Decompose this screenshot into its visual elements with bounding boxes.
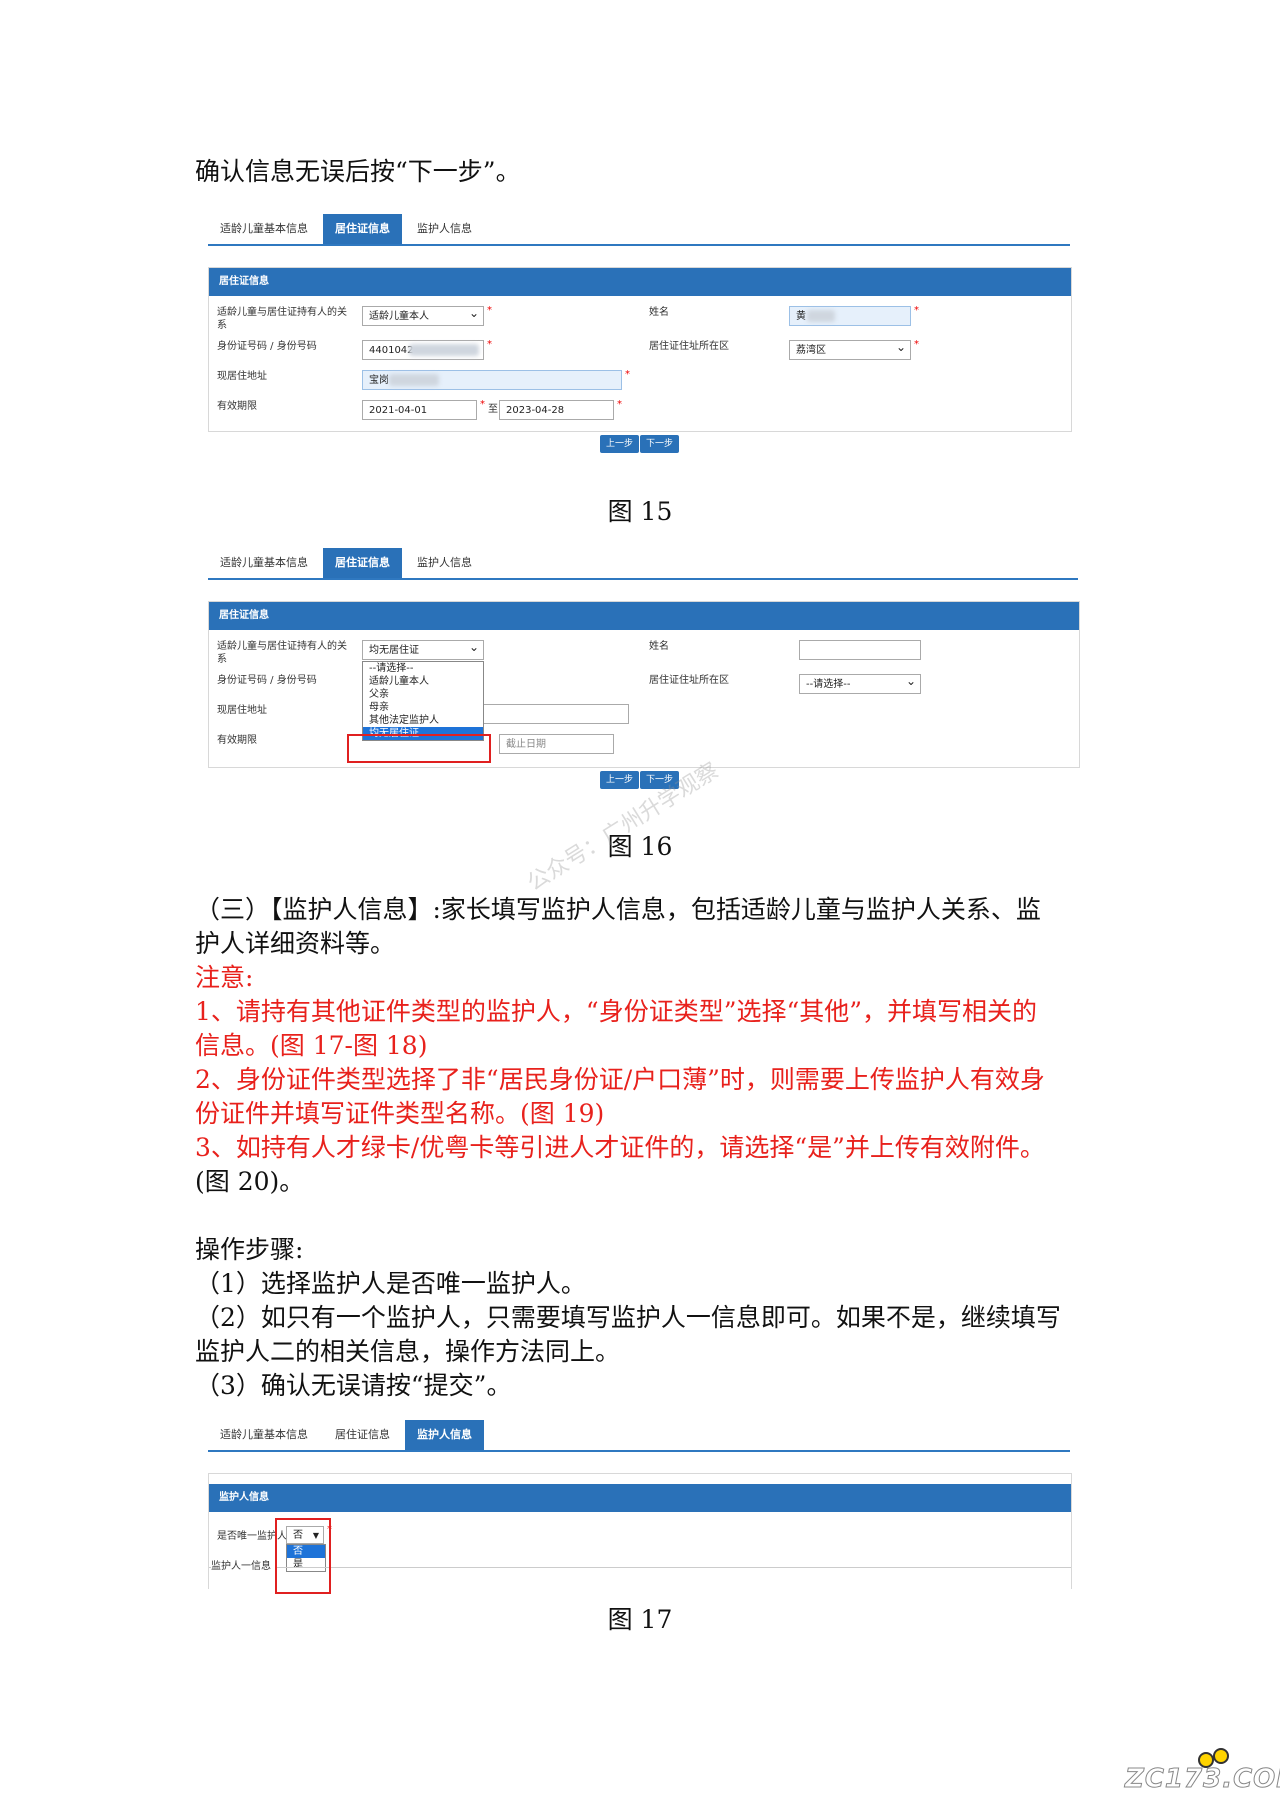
name-label: 姓名 bbox=[649, 307, 669, 318]
relation-option[interactable]: 母亲 bbox=[363, 701, 483, 714]
required-mark: * bbox=[914, 339, 919, 350]
address-label: 现居住地址 bbox=[217, 371, 267, 382]
prev-button[interactable]: 上一步 bbox=[600, 435, 640, 453]
relation-label-line1: 适龄儿童与居住证持有人的关 bbox=[217, 641, 347, 652]
address-input[interactable] bbox=[477, 704, 629, 724]
panel-title: 居住证信息 bbox=[209, 602, 1079, 630]
required-mark: * bbox=[487, 305, 492, 316]
note-1a: 1、请持有其他证件类型的监护人，“身份证类型”选择“其他”，并填写相关的 bbox=[195, 997, 1038, 1026]
district-label: 居住证住址所在区 bbox=[649, 675, 729, 686]
step-2a: （2）如只有一个监护人，只需要填写监护人一信息即可。如果不是，继续填写 bbox=[195, 1303, 1061, 1332]
step-3: （3）确认无误请按“提交”。 bbox=[195, 1371, 512, 1400]
tab-child-basic[interactable]: 适龄儿童基本信息 bbox=[208, 1420, 320, 1450]
tab-residence[interactable]: 居住证信息 bbox=[323, 1420, 402, 1450]
divider bbox=[209, 1567, 1071, 1568]
tab-child-basic[interactable]: 适龄儿童基本信息 bbox=[208, 214, 320, 244]
address-value: 宝岗 bbox=[369, 375, 389, 386]
tab-guardian[interactable]: 监护人信息 bbox=[405, 548, 484, 578]
name-label: 姓名 bbox=[649, 641, 669, 652]
panel-title: 居住证信息 bbox=[209, 268, 1071, 296]
figure-16-screenshot: 适龄儿童基本信息 居住证信息 监护人信息 居住证信息 适龄儿童与居住证持有人的关… bbox=[208, 546, 1080, 796]
figure-15-screenshot: 适龄儿童基本信息 居住证信息 监护人信息 居住证信息 适龄儿童与居住证持有人的关… bbox=[208, 212, 1072, 453]
validity-label: 有效期限 bbox=[217, 735, 257, 746]
address-label: 现居住地址 bbox=[217, 705, 267, 716]
site-logo: ZC173.COM bbox=[1124, 1764, 1280, 1795]
residence-panel: 居住证信息 适龄儿童与居住证持有人的关 系 均无居住证 身份证号码 / 身份号码… bbox=[208, 601, 1080, 768]
relation-label: 适龄儿童与居住证持有人的关 系 bbox=[217, 640, 347, 666]
tab-residence[interactable]: 居住证信息 bbox=[323, 214, 402, 244]
logo-dot-icon bbox=[1213, 1748, 1229, 1764]
figure-17-screenshot: 适龄儿童基本信息 居住证信息 监护人信息 监护人信息 是否唯一监护人 否 ▼ *… bbox=[208, 1418, 1072, 1594]
relation-dropdown: --请选择-- 适龄儿童本人 父亲 母亲 其他法定监护人 均无居住证 bbox=[362, 661, 484, 741]
note-3b: (图 20)。 bbox=[195, 1167, 305, 1196]
tab-bar: 适龄儿童基本信息 居住证信息 监护人信息 bbox=[208, 212, 1070, 246]
required-mark: * bbox=[625, 369, 630, 380]
section3-line2: 护人详细资料等。 bbox=[195, 929, 396, 958]
relation-option[interactable]: 适龄儿童本人 bbox=[363, 675, 483, 688]
name-value: 黄 bbox=[796, 311, 806, 322]
next-button[interactable]: 下一步 bbox=[640, 435, 680, 453]
tab-residence[interactable]: 居住证信息 bbox=[323, 548, 402, 578]
validity-label: 有效期限 bbox=[217, 401, 257, 412]
district-select[interactable]: 荔湾区 bbox=[789, 337, 911, 360]
redaction-blur bbox=[389, 374, 439, 386]
relation-option[interactable]: 其他法定监护人 bbox=[363, 714, 483, 727]
highlight-box bbox=[347, 734, 491, 763]
residence-panel: 居住证信息 适龄儿童与居住证持有人的关 系 适龄儿童本人 * 身份证号码 / 身… bbox=[208, 267, 1072, 432]
redaction-blur bbox=[409, 344, 479, 356]
note-2b: 份证件并填写证件类型名称。(图 19) bbox=[195, 1099, 605, 1128]
relation-label-line2: 系 bbox=[217, 320, 227, 331]
id-label: 身份证号码 / 身份号码 bbox=[217, 675, 317, 686]
relation-label: 适龄儿童与居住证持有人的关 系 bbox=[217, 306, 347, 332]
guardian-panel: 监护人信息 是否唯一监护人 否 ▼ * 否 是 监护人一信息 bbox=[208, 1473, 1072, 1589]
district-label: 居住证住址所在区 bbox=[649, 341, 729, 352]
district-select[interactable]: --请选择-- bbox=[799, 671, 921, 694]
note-2a: 2、身份证件类型选择了非“居民身份证/户口薄”时，则需要上传监护人有效身 bbox=[195, 1065, 1045, 1094]
redaction-blur bbox=[807, 310, 835, 322]
guardian1-label: 监护人一信息 bbox=[211, 1560, 275, 1573]
tab-guardian[interactable]: 监护人信息 bbox=[405, 1420, 484, 1450]
start-date-input[interactable]: 2021-04-01 bbox=[362, 400, 477, 420]
tab-bar: 适龄儿童基本信息 居住证信息 监护人信息 bbox=[208, 1418, 1070, 1452]
relation-label-line2: 系 bbox=[217, 654, 227, 665]
id-value: 4401042 bbox=[369, 345, 414, 356]
id-label: 身份证号码 / 身份号码 bbox=[217, 341, 317, 352]
figure-15-caption: 图 15 bbox=[607, 497, 673, 526]
required-mark: * bbox=[617, 399, 622, 410]
relation-option[interactable]: 父亲 bbox=[363, 688, 483, 701]
step-2b: 监护人二的相关信息，操作方法同上。 bbox=[195, 1337, 621, 1366]
relation-label-line1: 适龄儿童与居住证持有人的关 bbox=[217, 307, 347, 318]
tab-child-basic[interactable]: 适龄儿童基本信息 bbox=[208, 548, 320, 578]
range-separator: 至 bbox=[488, 404, 498, 415]
intro-line: 确认信息无误后按“下一步”。 bbox=[195, 157, 521, 186]
required-mark: * bbox=[487, 339, 492, 350]
highlight-box bbox=[275, 1518, 331, 1594]
relation-select[interactable]: 均无居住证 bbox=[362, 637, 484, 660]
step-1: （1）选择监护人是否唯一监护人。 bbox=[195, 1269, 586, 1298]
prev-button[interactable]: 上一步 bbox=[600, 771, 640, 789]
tab-bar: 适龄儿童基本信息 居住证信息 监护人信息 bbox=[208, 546, 1078, 580]
section3-line1: （三）【监护人信息】:家长填写监护人信息，包括适龄儿童与监护人关系、监 bbox=[195, 895, 1041, 924]
relation-select[interactable]: 适龄儿童本人 bbox=[362, 303, 484, 326]
steps-heading: 操作步骤: bbox=[195, 1235, 304, 1264]
end-date-input[interactable]: 2023-04-28 bbox=[499, 400, 614, 420]
name-input[interactable] bbox=[799, 640, 921, 660]
panel-title: 监护人信息 bbox=[209, 1484, 1071, 1512]
tab-guardian[interactable]: 监护人信息 bbox=[405, 214, 484, 244]
notes-heading: 注意: bbox=[195, 963, 254, 992]
note-3a: 3、如持有人才绿卡/优粤卡等引进人才证件的，请选择“是”并上传有效附件。 bbox=[195, 1133, 1045, 1162]
note-1b: 信息。(图 17-图 18) bbox=[195, 1031, 428, 1060]
required-mark: * bbox=[480, 399, 485, 410]
required-mark: * bbox=[914, 305, 919, 316]
end-date-input[interactable]: 截止日期 bbox=[499, 734, 614, 754]
figure-17-caption: 图 17 bbox=[607, 1605, 673, 1634]
relation-option[interactable]: --请选择-- bbox=[363, 662, 483, 675]
